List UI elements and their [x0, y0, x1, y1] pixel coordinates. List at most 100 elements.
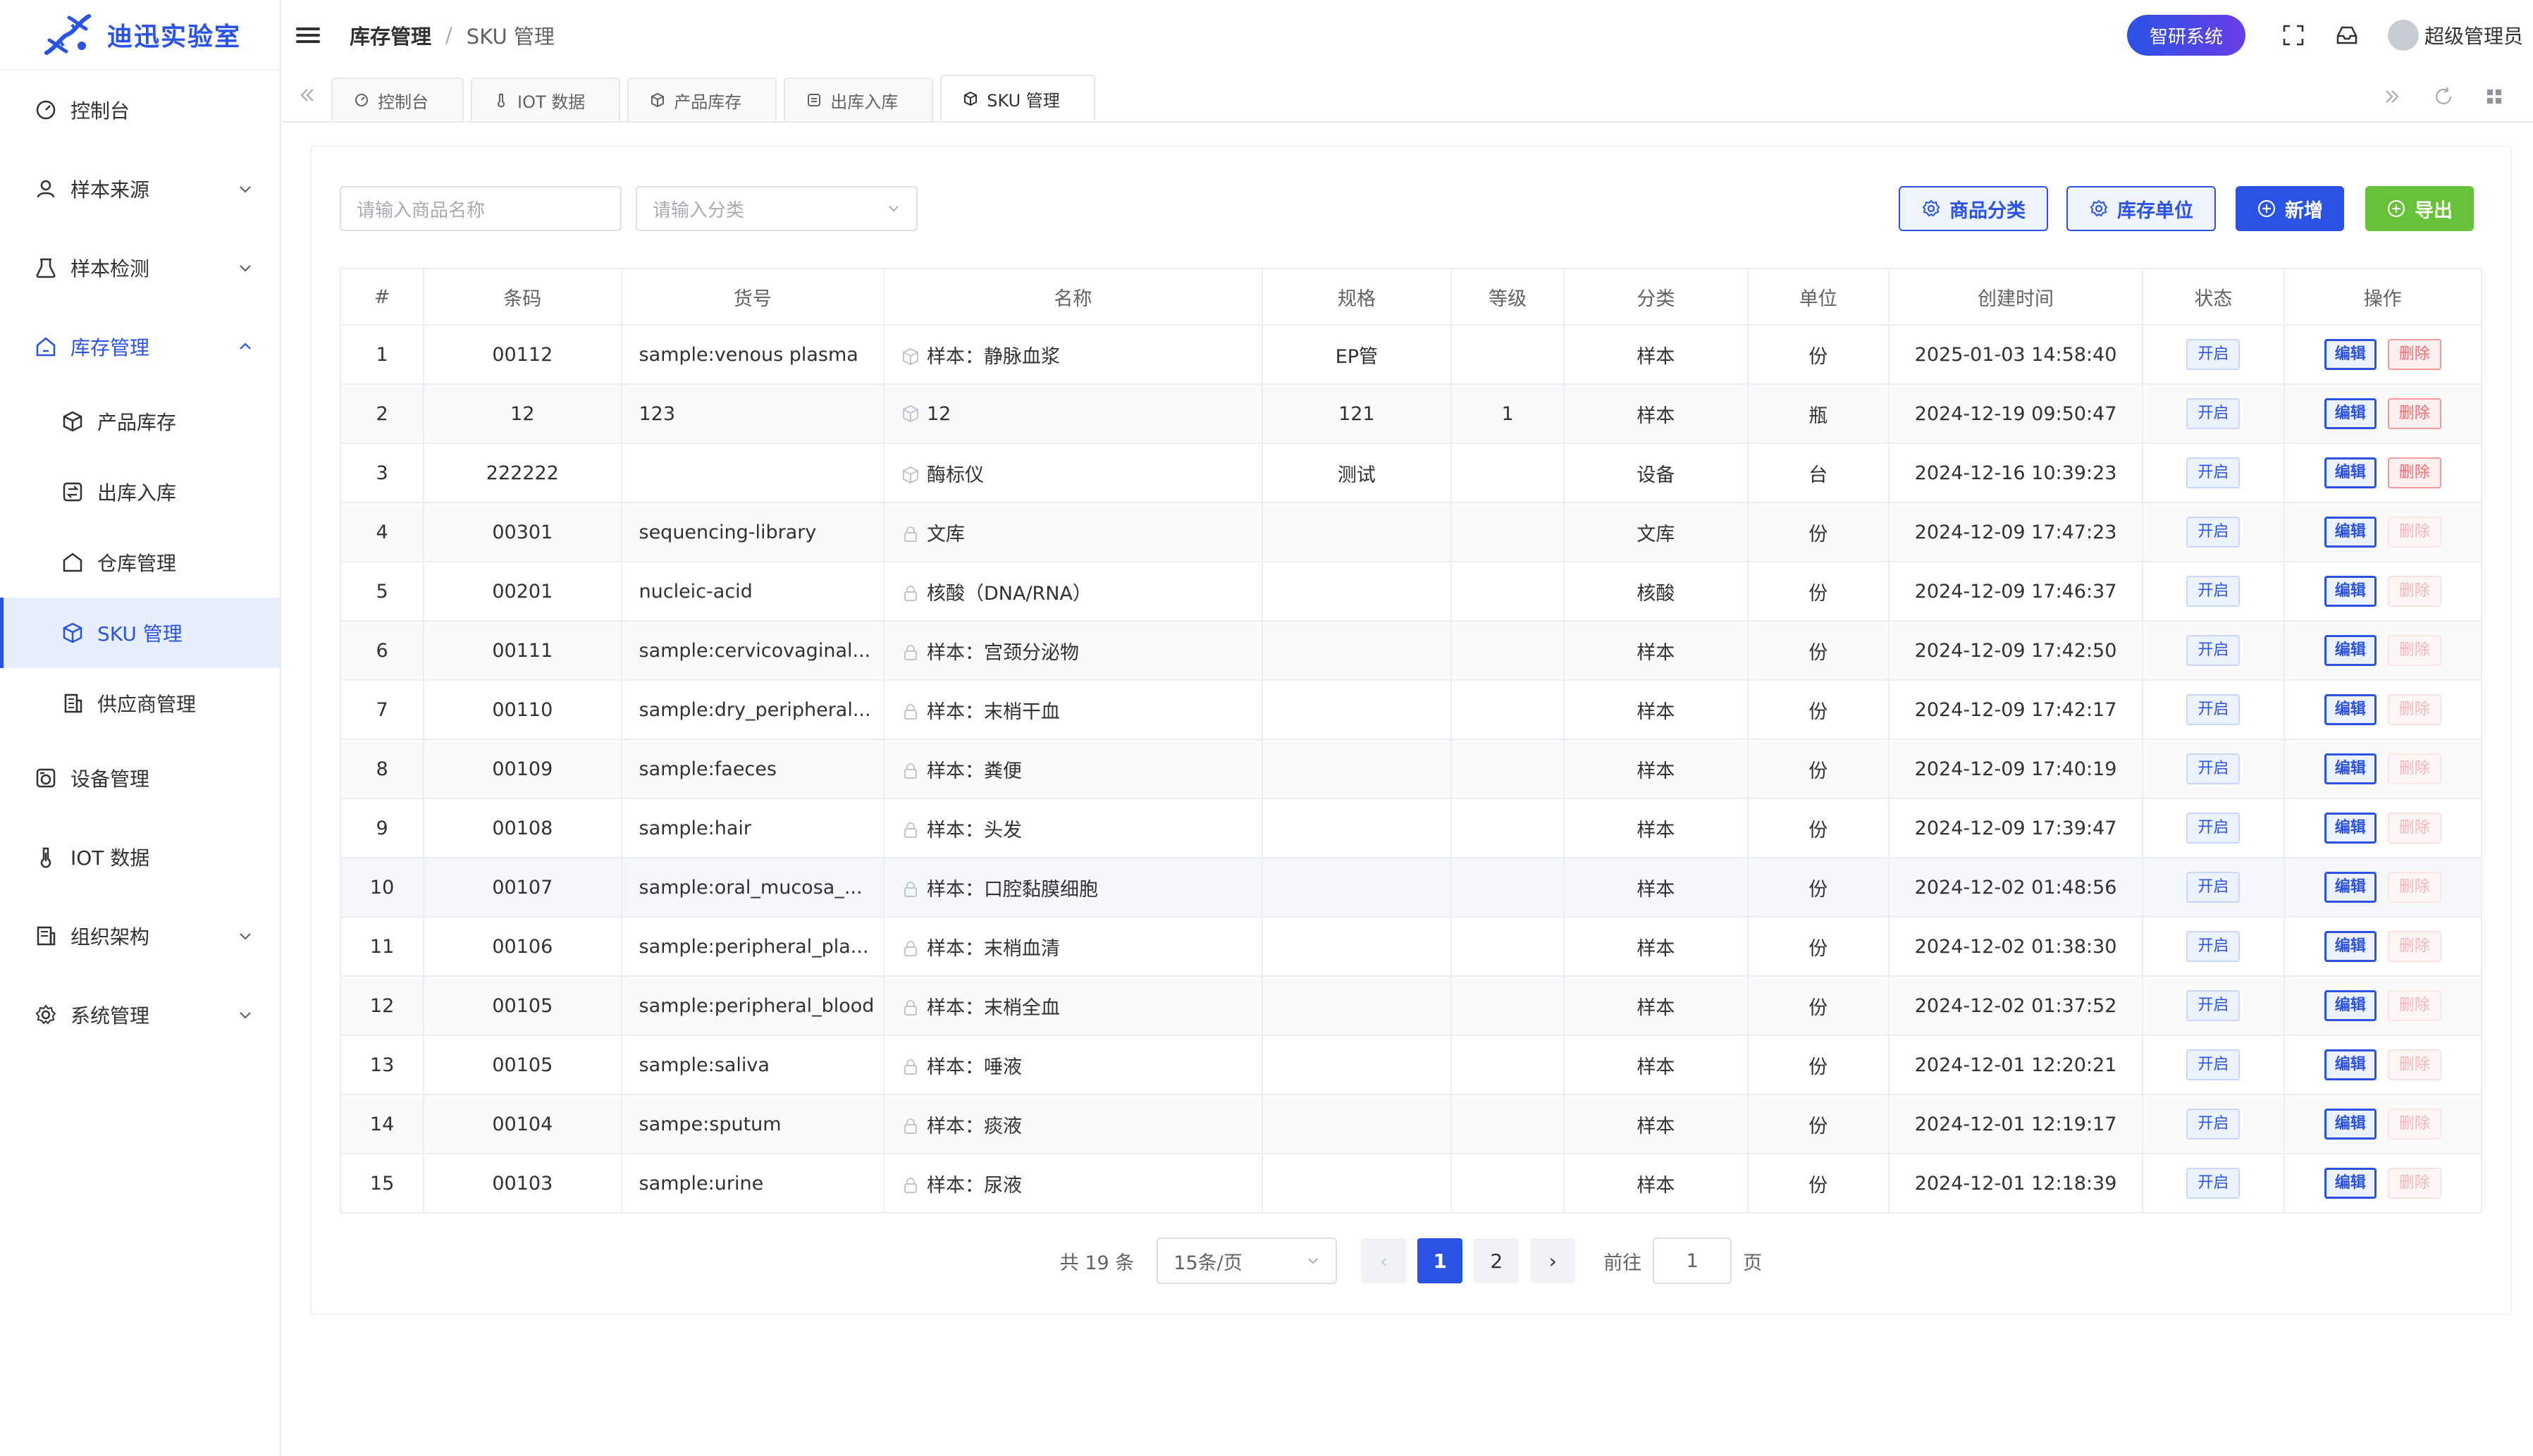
page-size-select[interactable]: 15条/页	[1157, 1238, 1338, 1284]
table-row[interactable]: 14 00104 sampe:sputum 样本：痰液 样本份 2024-12-01 12…	[339, 1094, 2483, 1154]
status-badge[interactable]: 开启	[2186, 872, 2241, 903]
table-row[interactable]: 10 00107 sample:oral_mucosa_... 样本：口腔黏膜细胞 样本…	[339, 857, 2483, 918]
system-switch-button[interactable]: 智研系统	[2126, 15, 2245, 56]
sidebar-item-dashboard[interactable]: 控制台	[0, 70, 280, 149]
sidebar-item-inventory[interactable]: 库存管理	[0, 307, 280, 386]
category-select[interactable]: 请输入分类	[636, 186, 918, 231]
logo[interactable]: 迪迅实验室	[0, 0, 280, 70]
status-badge[interactable]: 开启	[2186, 517, 2241, 548]
status-badge[interactable]: 开启	[2186, 1049, 2241, 1080]
status-badge[interactable]: 开启	[2186, 990, 2241, 1021]
status-badge[interactable]: 开启	[2186, 576, 2241, 607]
delete-button[interactable]: 删除	[2387, 694, 2441, 725]
table-row[interactable]: 6 00111 sample:cervicovaginal... 样本：宫颈分泌物 样本…	[339, 620, 2483, 681]
table-row[interactable]: 8 00109 sample:faeces 样本：粪便 样本份 2024-12-09 17…	[339, 739, 2483, 799]
product-name-input[interactable]: 请输入商品名称	[340, 186, 622, 231]
sidebar-item-org[interactable]: 组织架构	[0, 896, 280, 975]
edit-button[interactable]: 编辑	[2324, 694, 2377, 725]
user-name[interactable]: 超级管理员	[2424, 21, 2523, 49]
edit-button[interactable]: 编辑	[2324, 1168, 2377, 1199]
inbox-icon[interactable]	[2334, 23, 2360, 48]
status-badge[interactable]: 开启	[2186, 398, 2241, 429]
fullscreen-icon[interactable]	[2281, 23, 2306, 48]
table-row[interactable]: 3 222222 酶标仪 测试 设备台 2024-12-16 10:39:23 开启 编辑 删除	[339, 443, 2483, 503]
refresh-icon[interactable]	[2432, 85, 2455, 109]
delete-button[interactable]: 删除	[2387, 339, 2441, 370]
sidebar-subitem-product-stock[interactable]: 产品库存	[0, 386, 280, 457]
table-row[interactable]: 11 00106 sample:peripheral_pla... 样本：末梢血清 样本…	[339, 916, 2483, 977]
delete-button[interactable]: 删除	[2387, 990, 2441, 1021]
breadcrumb-item[interactable]: 库存管理	[350, 20, 431, 50]
status-badge[interactable]: 开启	[2186, 1168, 2241, 1199]
export-button[interactable]: 导出	[2365, 186, 2474, 231]
sidebar-subitem-sku[interactable]: SKU 管理	[0, 598, 280, 668]
tab-stock-io[interactable]: 出库入库	[784, 78, 934, 121]
status-badge[interactable]: 开启	[2186, 931, 2241, 962]
sidebar-item-device[interactable]: 设备管理	[0, 739, 280, 818]
table-row[interactable]: 13 00105 sample:saliva 样本：唾液 样本份 2024-12-01 1…	[339, 1035, 2483, 1095]
tab-sku[interactable]: SKU 管理	[940, 75, 1095, 121]
tab-dashboard[interactable]: 控制台	[331, 78, 464, 121]
page-button-1[interactable]: 1	[1417, 1238, 1463, 1283]
tab-product-stock[interactable]: 产品库存	[627, 78, 777, 121]
sidebar-subitem-supplier[interactable]: 供应商管理	[0, 668, 280, 739]
product-category-button[interactable]: 商品分类	[1899, 186, 2048, 231]
edit-button[interactable]: 编辑	[2324, 576, 2377, 607]
edit-button[interactable]: 编辑	[2324, 398, 2377, 429]
edit-button[interactable]: 编辑	[2324, 931, 2377, 962]
grid-icon[interactable]	[2482, 85, 2506, 109]
next-page-button[interactable]: ›	[1530, 1238, 1576, 1283]
delete-button[interactable]: 删除	[2387, 517, 2441, 548]
edit-button[interactable]: 编辑	[2324, 517, 2377, 548]
edit-button[interactable]: 编辑	[2324, 872, 2377, 903]
delete-button[interactable]: 删除	[2387, 753, 2441, 784]
sidebar-item-sample-source[interactable]: 样本来源	[0, 149, 280, 228]
table-row[interactable]: 1 00112 sample:venous plasma 样本：静脉血浆 EP管 样本份 2…	[339, 324, 2483, 385]
edit-button[interactable]: 编辑	[2324, 339, 2377, 370]
double-chevron-right-icon[interactable]	[2381, 85, 2405, 109]
table-row[interactable]: 7 00110 sample:dry_peripheral... 样本：末梢干血 样本份…	[339, 679, 2483, 740]
sidebar-item-sample-test[interactable]: 样本检测	[0, 228, 280, 307]
delete-button[interactable]: 删除	[2387, 1109, 2441, 1140]
delete-button[interactable]: 删除	[2387, 457, 2441, 488]
status-badge[interactable]: 开启	[2186, 1109, 2241, 1140]
delete-button[interactable]: 删除	[2387, 398, 2441, 429]
avatar[interactable]	[2387, 20, 2419, 51]
page-button-2[interactable]: 2	[1474, 1238, 1520, 1283]
goto-page-input[interactable]: 1	[1653, 1238, 1732, 1284]
table-row[interactable]: 9 00108 sample:hair 样本：头发 样本份 2024-12-09 17:3…	[339, 798, 2483, 858]
table-row[interactable]: 2 12 123 12 121 1 样本瓶 2024-12-19 09:50:47 开启 编辑 删除	[339, 383, 2483, 444]
edit-button[interactable]: 编辑	[2324, 990, 2377, 1021]
delete-button[interactable]: 删除	[2387, 1168, 2441, 1199]
table-row[interactable]: 12 00105 sample:peripheral_blood 样本：末梢全血 样本份…	[339, 975, 2483, 1036]
table-row[interactable]: 15 00103 sample:urine 样本：尿液 样本份 2024-12-01 12…	[339, 1153, 2483, 1214]
delete-button[interactable]: 删除	[2387, 931, 2441, 962]
status-badge[interactable]: 开启	[2186, 457, 2241, 488]
status-badge[interactable]: 开启	[2186, 694, 2241, 725]
menu-toggle-icon[interactable]	[295, 22, 321, 49]
tab-iot[interactable]: IOT 数据	[471, 78, 621, 121]
edit-button[interactable]: 编辑	[2324, 635, 2377, 666]
sidebar-item-system[interactable]: 系统管理	[0, 975, 280, 1054]
edit-button[interactable]: 编辑	[2324, 753, 2377, 784]
edit-button[interactable]: 编辑	[2324, 1049, 2377, 1080]
status-badge[interactable]: 开启	[2186, 753, 2241, 784]
delete-button[interactable]: 删除	[2387, 635, 2441, 666]
stock-unit-button[interactable]: 库存单位	[2066, 186, 2216, 231]
table-row[interactable]: 5 00201 nucleic-acid 核酸（DNA/RNA） 核酸份 2024-12-…	[339, 561, 2483, 622]
edit-button[interactable]: 编辑	[2324, 457, 2377, 488]
add-button[interactable]: 新增	[2236, 186, 2344, 231]
table-row[interactable]: 4 00301 sequencing-library 文库 文库份 2024-12-09 …	[339, 502, 2483, 562]
status-badge[interactable]: 开启	[2186, 339, 2241, 370]
sidebar-item-iot[interactable]: IOT 数据	[0, 818, 280, 896]
sidebar-subitem-warehouse[interactable]: 仓库管理	[0, 527, 280, 598]
delete-button[interactable]: 删除	[2387, 872, 2441, 903]
prev-page-button[interactable]: ‹	[1361, 1238, 1407, 1283]
edit-button[interactable]: 编辑	[2324, 1109, 2377, 1140]
status-badge[interactable]: 开启	[2186, 635, 2241, 666]
sidebar-subitem-stock-io[interactable]: 出库入库	[0, 457, 280, 527]
delete-button[interactable]: 删除	[2387, 1049, 2441, 1080]
delete-button[interactable]: 删除	[2387, 576, 2441, 607]
double-chevron-left-icon[interactable]	[282, 69, 331, 121]
delete-button[interactable]: 删除	[2387, 813, 2441, 844]
